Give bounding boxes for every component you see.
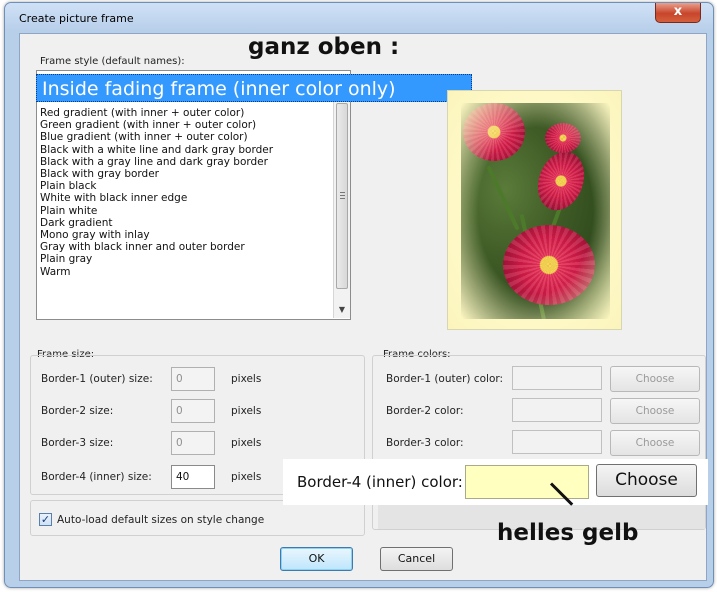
annotation-top: ganz oben : [248,34,400,60]
list-item[interactable]: Red gradient (with inner + outer color) [40,107,332,119]
list-item[interactable]: Green gradient (with inner + outer color… [40,119,332,131]
border4-color-label: Border-4 (inner) color: [297,473,463,491]
preview-photo [461,103,610,319]
border3-size-label: Border-3 size: [41,437,114,449]
border2-color-swatch [512,398,602,422]
border3-color-swatch [512,430,602,454]
list-item[interactable]: Plain gray [40,253,332,265]
border3-color-label: Border-3 color: [386,437,464,449]
scrollbar-thumb[interactable] [336,103,348,289]
border1-unit: pixels [231,373,262,385]
border4-color-swatch [465,465,589,499]
frame-style-items: Red gradient (with inner + outer color) G… [40,107,332,278]
close-button[interactable]: x [655,3,701,23]
border4-choose-button[interactable]: Choose [596,464,697,497]
frame-preview [447,90,622,330]
list-item[interactable]: Plain white [40,205,332,217]
border3-size-input[interactable]: 0 [171,431,215,455]
border1-size-input[interactable]: 0 [171,367,215,391]
autoload-checkbox[interactable]: ✓ [39,513,52,526]
border2-unit: pixels [231,405,262,417]
list-item[interactable]: White with black inner edge [40,192,332,204]
autoload-label: Auto-load default sizes on style change [57,514,265,526]
border4-size-label: Border-4 (inner) size: [41,471,152,483]
border2-color-label: Border-2 color: [386,405,464,417]
grip-icon [340,192,345,199]
list-item[interactable]: Plain black [40,180,332,192]
list-item[interactable]: Black with gray border [40,168,332,180]
scroll-down-arrow-icon[interactable]: ▼ [334,302,350,318]
cancel-button[interactable]: Cancel [380,547,453,571]
list-item[interactable]: Black with a white line and dark gray bo… [40,144,332,156]
list-item[interactable]: Dark gradient [40,217,332,229]
close-icon: x [673,4,683,19]
border2-size-label: Border-2 size: [41,405,114,417]
list-item[interactable]: Gray with black inner and outer border [40,241,332,253]
border4-size-input[interactable]: 40 [171,465,215,489]
border1-choose-button[interactable]: Choose [610,366,700,392]
window-title: Create picture frame [19,12,134,25]
border2-size-input[interactable]: 0 [171,399,215,423]
ok-button[interactable]: OK [280,547,353,571]
border2-choose-button[interactable]: Choose [610,398,700,424]
border4-unit: pixels [231,471,262,483]
list-item[interactable]: Blue gradient (with inner + outer color) [40,131,332,143]
list-item[interactable]: Black with a gray line and dark gray bor… [40,156,332,168]
list-item[interactable]: Mono gray with inlay [40,229,332,241]
border1-size-label: Border-1 (outer) size: [41,373,153,385]
frame-style-selected-item[interactable]: Inside fading frame (inner color only) [36,74,472,102]
annotation-bottom: helles gelb [497,520,639,546]
list-scrollbar[interactable]: ▼ [333,99,350,318]
border1-color-label: Border-1 (outer) color: [386,373,504,385]
border3-choose-button[interactable]: Choose [610,430,700,456]
frame-style-label: Frame style (default names): [40,56,185,67]
list-item[interactable]: Warm [40,266,332,278]
border3-unit: pixels [231,437,262,449]
frame-style-list[interactable]: Red gradient (with inner + outer color) G… [36,70,351,320]
border1-color-swatch [512,366,602,390]
border4-color-callout: Border-4 (inner) color: Choose [283,459,708,505]
